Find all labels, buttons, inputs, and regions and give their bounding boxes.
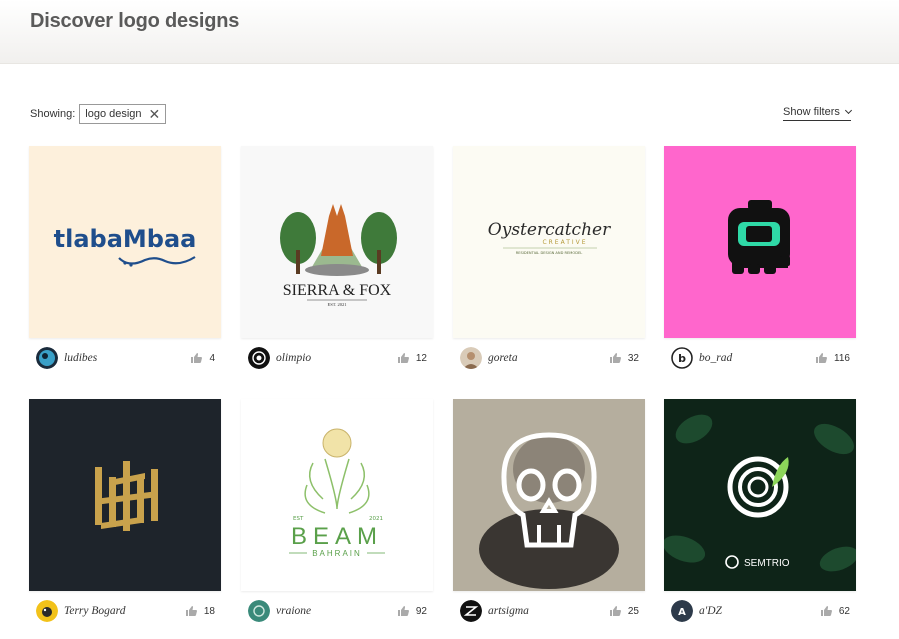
page-header: Discover logo designs xyxy=(0,0,899,64)
showing-label: Showing: xyxy=(30,108,76,120)
design-card: b bo_rad 116 xyxy=(664,146,856,370)
like-count-value: 18 xyxy=(203,605,215,617)
thumbs-up-icon xyxy=(185,606,197,616)
svg-text:BAHRAIN: BAHRAIN xyxy=(312,549,362,558)
like-count-value: 25 xyxy=(627,605,639,617)
show-filters-button[interactable]: Show filters xyxy=(783,106,852,121)
page-title: Discover logo designs xyxy=(30,10,240,32)
card-meta: artsigma 25 xyxy=(453,599,645,623)
logo-oystercatcher: Oystercatcher CREATIVE RESIDENTIAL DESIG… xyxy=(453,146,645,338)
thumbs-up-icon xyxy=(609,353,621,363)
avatar[interactable]: b xyxy=(671,347,693,369)
like-count-value: 32 xyxy=(627,352,639,364)
svg-text:A: A xyxy=(678,607,686,618)
design-thumbnail[interactable]: EST 2021 BEAM BAHRAIN xyxy=(241,399,433,591)
like-count[interactable]: 12 xyxy=(397,352,427,364)
svg-text:EST: EST xyxy=(293,516,304,522)
like-count[interactable]: 92 xyxy=(397,605,427,617)
design-thumbnail[interactable] xyxy=(664,146,856,338)
avatar[interactable] xyxy=(460,347,482,369)
designer-name[interactable]: goreta xyxy=(488,352,518,364)
filter-bar: Showing: logo design ✕ xyxy=(30,104,167,124)
filter-chip: logo design ✕ xyxy=(79,104,167,124)
like-count-value: 92 xyxy=(415,605,427,617)
logo-tlabambaa: tlabaMbaa xyxy=(29,146,221,338)
svg-text:b: b xyxy=(678,352,686,365)
like-count-value: 12 xyxy=(415,352,427,364)
like-count[interactable]: 116 xyxy=(816,353,850,364)
design-thumbnail[interactable] xyxy=(453,399,645,591)
remove-filter-icon[interactable]: ✕ xyxy=(149,107,161,121)
designer-name[interactable]: ludibes xyxy=(64,352,97,364)
svg-text:RESIDENTIAL DESIGN AND REMODEL: RESIDENTIAL DESIGN AND REMODEL xyxy=(516,251,582,255)
logo-calligraphy xyxy=(29,399,221,591)
design-card: SIERRA & FOX EST. 2021 olimpio 12 xyxy=(241,146,433,370)
design-thumbnail[interactable]: Oystercatcher CREATIVE RESIDENTIAL DESIG… xyxy=(453,146,645,338)
design-card: artsigma 25 xyxy=(453,399,645,623)
svg-text:BEAM: BEAM xyxy=(291,523,383,550)
svg-text:2021: 2021 xyxy=(369,516,383,522)
design-thumbnail[interactable]: SEMTRIO xyxy=(664,399,856,591)
like-count[interactable]: 62 xyxy=(820,605,850,617)
svg-text:Oystercatcher: Oystercatcher xyxy=(488,220,611,240)
like-count[interactable]: 4 xyxy=(191,353,215,364)
design-thumbnail[interactable]: SIERRA & FOX EST. 2021 xyxy=(241,146,433,338)
like-count[interactable]: 32 xyxy=(609,352,639,364)
like-count-value: 62 xyxy=(838,605,850,617)
like-count-value: 116 xyxy=(834,352,850,364)
designer-name[interactable]: bo_rad xyxy=(699,352,732,364)
filter-chip-label: logo design xyxy=(85,108,142,120)
avatar[interactable] xyxy=(36,347,58,369)
logo-semtrio: SEMTRIO xyxy=(664,399,856,591)
card-meta: olimpio 12 xyxy=(241,346,433,370)
design-card: EST 2021 BEAM BAHRAIN vraione 92 xyxy=(241,399,433,623)
card-meta: b bo_rad 116 xyxy=(664,346,856,370)
design-card: tlabaMbaa ludibes 4 xyxy=(29,146,221,370)
avatar[interactable] xyxy=(460,600,482,622)
thumbs-up-icon xyxy=(397,606,409,616)
svg-text:CREATIVE: CREATIVE xyxy=(542,239,587,246)
thumbs-up-icon xyxy=(191,353,203,363)
svg-text:tlabaMbaa: tlabaMbaa xyxy=(54,225,197,253)
design-card: Terry Bogard 18 xyxy=(29,399,221,623)
card-meta: goreta 32 xyxy=(453,346,645,370)
avatar[interactable] xyxy=(36,600,58,622)
designer-name[interactable]: olimpio xyxy=(276,352,311,364)
designer-name[interactable]: Terry Bogard xyxy=(64,605,125,617)
design-thumbnail[interactable] xyxy=(29,399,221,591)
design-card: Oystercatcher CREATIVE RESIDENTIAL DESIG… xyxy=(453,146,645,370)
card-meta: A a'DZ 62 xyxy=(664,599,856,623)
designer-name[interactable]: artsigma xyxy=(488,605,529,617)
card-meta: vraione 92 xyxy=(241,599,433,623)
thumbs-up-icon xyxy=(816,353,828,363)
card-meta: ludibes 4 xyxy=(29,346,221,370)
design-thumbnail[interactable]: tlabaMbaa xyxy=(29,146,221,338)
designer-name[interactable]: a'DZ xyxy=(699,605,722,617)
svg-text:SIERRA & FOX: SIERRA & FOX xyxy=(283,282,392,299)
avatar[interactable]: A xyxy=(671,600,693,622)
like-count[interactable]: 18 xyxy=(185,605,215,617)
card-meta: Terry Bogard 18 xyxy=(29,599,221,623)
design-card: SEMTRIO A a'DZ 62 xyxy=(664,399,856,623)
like-count-value: 4 xyxy=(209,352,215,364)
logo-skull xyxy=(453,399,645,591)
chevron-down-icon xyxy=(844,106,852,115)
designer-name[interactable]: vraione xyxy=(276,605,311,617)
avatar[interactable] xyxy=(248,600,270,622)
avatar[interactable] xyxy=(248,347,270,369)
logo-beam: EST 2021 BEAM BAHRAIN xyxy=(241,399,433,591)
logo-robot xyxy=(664,146,856,338)
show-filters-label: Show filters xyxy=(783,106,840,118)
thumbs-up-icon xyxy=(609,606,621,616)
svg-text:SEMTRIO: SEMTRIO xyxy=(744,558,790,569)
thumbs-up-icon xyxy=(397,353,409,363)
logo-sierra-fox: SIERRA & FOX EST. 2021 xyxy=(241,146,433,338)
like-count[interactable]: 25 xyxy=(609,605,639,617)
thumbs-up-icon xyxy=(820,606,832,616)
svg-text:EST. 2021: EST. 2021 xyxy=(328,302,347,307)
